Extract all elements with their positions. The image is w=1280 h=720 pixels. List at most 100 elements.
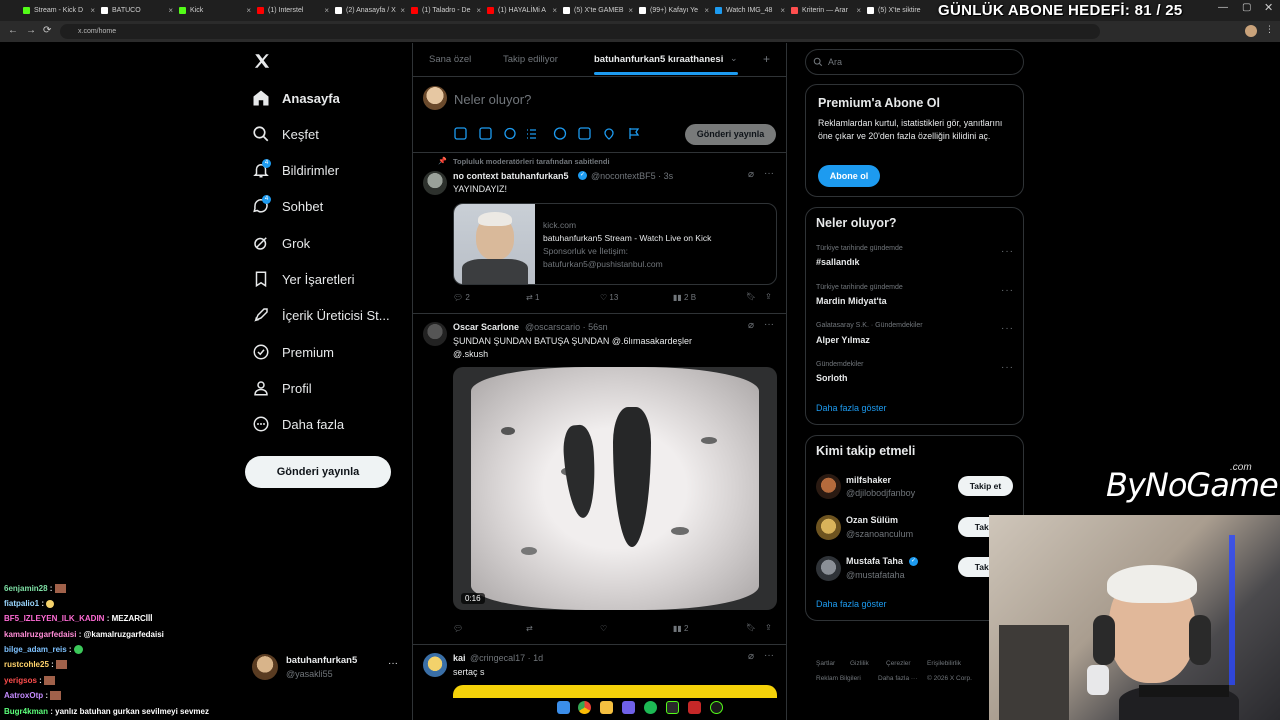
close-icon[interactable]: ×: [704, 3, 709, 18]
close-icon[interactable]: ×: [168, 3, 173, 18]
close-icon[interactable]: ×: [400, 3, 405, 18]
browser-tab[interactable]: BATUCO ×: [98, 3, 176, 19]
maximize-button[interactable]: ▢: [1242, 2, 1251, 13]
video-player[interactable]: 0:16: [453, 367, 777, 610]
follow-avatar[interactable]: [816, 474, 841, 499]
trend-more-icon[interactable]: ···: [1001, 246, 1014, 257]
reload-button[interactable]: ⟳: [43, 25, 51, 37]
browser-tab[interactable]: Watch IMG_48 ×: [712, 3, 788, 19]
tab-for-you[interactable]: Sana özel: [429, 54, 471, 65]
trend-more-icon[interactable]: ···: [1001, 285, 1014, 296]
tweet-author[interactable]: kai: [453, 653, 466, 663]
back-button[interactable]: ←: [8, 25, 18, 37]
bookmark-icon[interactable]: 🔖︎: [746, 292, 756, 301]
close-icon[interactable]: ×: [628, 3, 633, 18]
close-icon[interactable]: ×: [552, 3, 557, 18]
browser-tab[interactable]: Kriterin — Arar ×: [788, 3, 864, 19]
browser-tab[interactable]: Kick ×: [176, 3, 254, 19]
search-input[interactable]: Ara: [805, 49, 1024, 75]
url-input[interactable]: x.com/home: [60, 24, 1100, 39]
chevron-down-icon[interactable]: ⌄: [730, 53, 738, 64]
tweet-media[interactable]: [453, 685, 777, 698]
show-more-link[interactable]: Daha fazla göster: [816, 599, 887, 609]
reply-button[interactable]: 💬︎ 2: [453, 293, 470, 302]
like-button[interactable]: ♡: [600, 624, 607, 633]
browser-tab[interactable]: Stream - Kick D ×: [20, 3, 98, 19]
footer-link[interactable]: Daha fazla ···: [878, 675, 917, 682]
browser-tab[interactable]: (5) X'te siktire: [864, 3, 934, 19]
sidebar-item-explore[interactable]: Keşfet: [252, 121, 319, 147]
views-button[interactable]: ▮▮ 2 B: [673, 293, 696, 302]
sidebar-item-premium[interactable]: Premium: [252, 339, 334, 365]
grok-icon[interactable]: ⌀: [748, 320, 754, 331]
profile-avatar[interactable]: [1245, 25, 1257, 37]
obs-icon[interactable]: [666, 701, 679, 714]
share-icon[interactable]: ⇪: [765, 292, 772, 301]
follow-name[interactable]: milfshaker: [846, 475, 891, 485]
browser-tab[interactable]: (2) Anasayfa / X ×: [332, 3, 408, 19]
tab-following[interactable]: Takip ediliyor: [503, 54, 558, 65]
sidebar-item-more[interactable]: Daha fazla: [252, 411, 344, 437]
tweet-avatar[interactable]: [423, 653, 447, 677]
close-icon[interactable]: ×: [246, 3, 251, 18]
sidebar-item-bookmarks[interactable]: Yer İşaretleri: [252, 266, 355, 292]
minimize-button[interactable]: —: [1218, 2, 1228, 13]
sidebar-item-home[interactable]: Anasayfa: [252, 85, 340, 111]
compose-post-button[interactable]: Gönderi yayınla: [685, 124, 776, 145]
close-icon[interactable]: ×: [324, 3, 329, 18]
menu-icon[interactable]: ⋮: [1265, 24, 1274, 35]
grok-icon[interactable]: ⌀: [748, 169, 754, 180]
browser-tab[interactable]: (99+) Kafayı Ye ×: [636, 3, 712, 19]
views-button[interactable]: ▮▮ 2: [673, 624, 689, 633]
trend-item[interactable]: Mardin Midyat'ta: [816, 296, 887, 306]
account-menu-icon[interactable]: ···: [388, 658, 398, 669]
chrome-icon[interactable]: [578, 701, 591, 714]
close-icon[interactable]: ×: [780, 3, 785, 18]
trend-more-icon[interactable]: ···: [1001, 362, 1014, 373]
follow-name[interactable]: Ozan Sülüm: [846, 515, 898, 525]
close-icon[interactable]: ×: [90, 3, 95, 18]
close-icon[interactable]: ×: [856, 3, 861, 18]
show-more-link[interactable]: Daha fazla göster: [816, 403, 887, 413]
trend-more-icon[interactable]: ···: [1001, 323, 1014, 334]
spotify-icon[interactable]: [644, 701, 657, 714]
subscribe-button[interactable]: Abone ol: [818, 165, 880, 187]
sidebar-item-creator-studio[interactable]: İçerik Üreticisi St...: [252, 302, 390, 328]
trend-item[interactable]: #sallandık: [816, 257, 860, 267]
add-tab-icon[interactable]: +: [763, 52, 770, 66]
windows-start-icon[interactable]: [557, 701, 570, 714]
close-icon[interactable]: ×: [476, 3, 481, 18]
app-icon[interactable]: [710, 701, 723, 714]
footer-link[interactable]: Gizlilik: [850, 660, 869, 667]
tweet-more-icon[interactable]: ···: [764, 319, 774, 330]
x-logo-icon[interactable]: [253, 52, 271, 70]
sidebar-item-grok[interactable]: Grok: [252, 230, 310, 256]
post-button[interactable]: Gönderi yayınla: [245, 456, 391, 488]
tweet-more-icon[interactable]: ···: [764, 168, 774, 179]
browser-tab[interactable]: (1) HAYALİMi A ×: [484, 3, 560, 19]
repost-button[interactable]: ⇄ 1: [526, 293, 539, 302]
browser-tab[interactable]: (1) Taladro - De ×: [408, 3, 484, 19]
tab-community[interactable]: batuhanfurkan5 kıraathanesi: [594, 54, 723, 65]
tweet-avatar[interactable]: [423, 171, 447, 195]
link-card[interactable]: kick.com batuhanfurkan5 Stream - Watch L…: [453, 203, 777, 285]
trend-item[interactable]: Sorloth: [816, 373, 848, 383]
follow-avatar[interactable]: [816, 515, 841, 540]
forward-button[interactable]: →: [26, 25, 36, 37]
share-icon[interactable]: ⇪: [765, 623, 772, 632]
browser-tab[interactable]: (5) X'te GAMEB ×: [560, 3, 636, 19]
sidebar-item-profile[interactable]: Profil: [252, 375, 312, 401]
footer-link[interactable]: Reklam Bilgileri: [816, 675, 861, 682]
footer-link[interactable]: Çerezler: [886, 660, 911, 667]
reply-button[interactable]: 💬︎: [453, 624, 463, 633]
follow-button[interactable]: Takip et: [958, 476, 1013, 496]
tweet-author[interactable]: no context batuhanfurkan5: [453, 171, 569, 181]
tweet-more-icon[interactable]: ···: [764, 650, 774, 661]
tweet-avatar[interactable]: [423, 322, 447, 346]
compose-input[interactable]: Neler oluyor?: [454, 92, 531, 107]
trend-item[interactable]: Alper Yılmaz: [816, 335, 870, 345]
browser-tab[interactable]: (1) Interstel ×: [254, 3, 332, 19]
follow-avatar[interactable]: [816, 556, 841, 581]
like-button[interactable]: ♡ 13: [600, 293, 618, 302]
follow-name[interactable]: Mustafa Taha: [846, 556, 903, 566]
